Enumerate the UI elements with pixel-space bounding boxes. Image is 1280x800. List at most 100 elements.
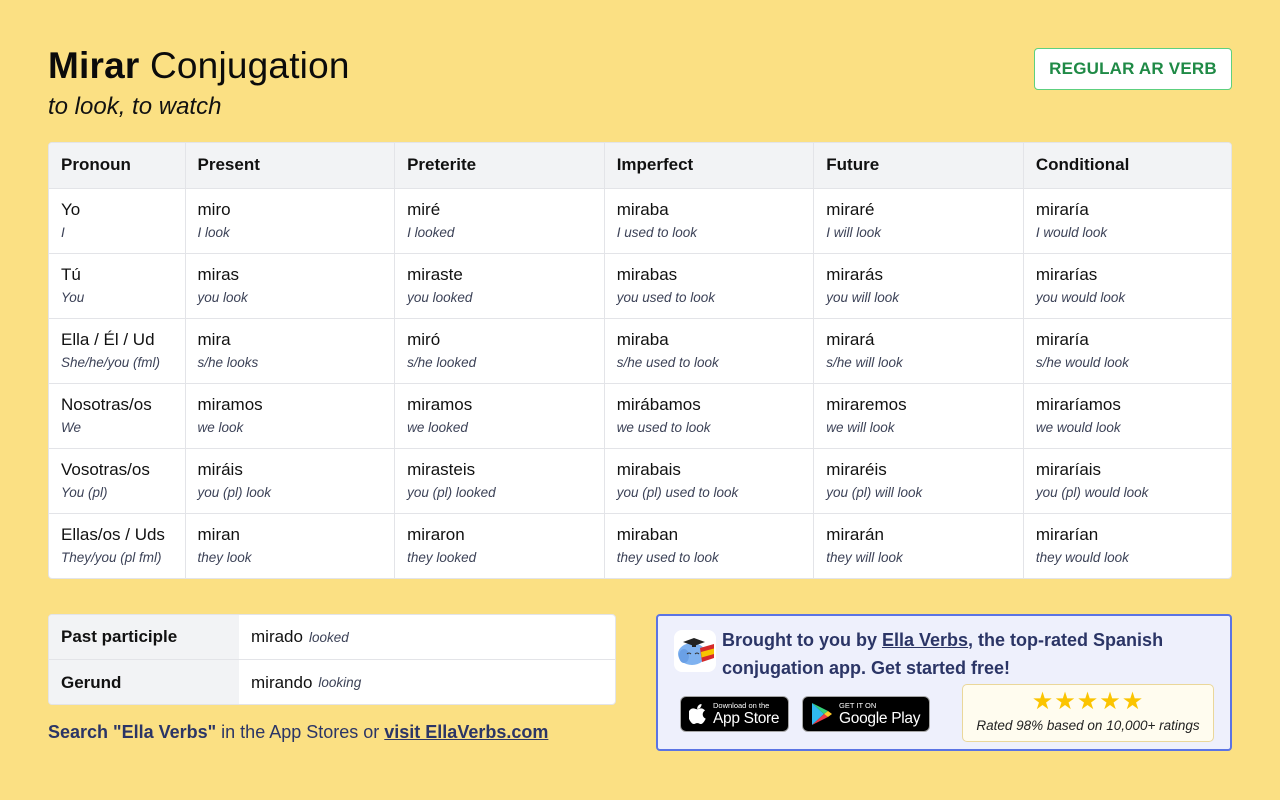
header-present: Present [185,143,396,189]
form-translation: you (pl) looked [407,484,496,500]
form-translation: you used to look [616,289,716,305]
imperfect-cell: miraba s/he used to look [604,318,815,384]
form-translation: we look [197,419,244,435]
app-store-button[interactable]: Download on the App Store [680,696,789,732]
table-row: Vosotras/os You (pl) miráis you (pl) look mi… [49,448,1231,514]
form-translation: we used to look [616,419,711,435]
pronoun-translation: I [61,224,65,240]
visit-website-link[interactable]: visit EllaVerbs.com [384,722,548,742]
conjugated-form: miraba [616,199,669,219]
table-row: Ella / Él / Ud She/he/you (fml) mira s/he l… [49,318,1231,384]
future-cell: miraré I will look [813,188,1024,254]
future-cell: mirarán they will look [813,513,1024,578]
pronoun: Vosotras/os [61,459,150,479]
conjugated-form: miramos [197,394,263,414]
form-translation: you (pl) look [197,484,272,500]
form-translation: you (pl) would look [1035,484,1149,500]
pronoun-cell: Ella / Él / Ud She/he/you (fml) [49,318,186,384]
form-translation: s/he looks [197,354,259,370]
preterite-cell: miramos we looked [394,383,605,449]
conditional-cell: miraríais you (pl) would look [1023,448,1231,514]
gerund-value: mirando looking [239,660,362,704]
ella-verbs-link[interactable]: Ella Verbs [882,630,968,650]
search-hint-middle: in the App Stores or [216,722,385,742]
pronoun: Ella / Él / Ud [61,329,155,349]
conjugated-form: miro [197,199,231,219]
future-cell: miraremos we will look [813,383,1024,449]
pronoun-translation: We [61,419,82,435]
preterite-cell: miré I looked [394,188,605,254]
conjugated-form: mirará [826,329,875,349]
preterite-cell: mirasteis you (pl) looked [394,448,605,514]
conjugated-form: miraríais [1035,459,1102,479]
form-translation: we will look [826,419,895,435]
form-translation: I look [197,224,230,240]
imperfect-cell: mirábamos we used to look [604,383,815,449]
pronoun: Nosotras/os [61,394,152,414]
table-row: Yo I miro I look miré I looked miraba I used to… [49,188,1231,254]
pronoun-cell: Vosotras/os You (pl) [49,448,186,514]
past-participle-translation: looked [308,629,349,645]
pronoun-cell: Ellas/os / Uds They/you (pl fml) [49,513,186,578]
conjugated-form: mirarían [1035,524,1099,544]
conjugated-form: mirasteis [407,459,476,479]
conjugation-table: Pronoun Present Preterite Imperfect Futu… [48,142,1232,579]
conditional-cell: miraríamos we would look [1023,383,1231,449]
preterite-cell: miraron they looked [394,513,605,578]
conjugated-form: miráis [197,459,243,479]
ella-verbs-logo-icon [674,630,716,672]
header-preterite: Preterite [394,143,605,189]
gerund-form: mirando [251,672,313,692]
google-play-icon [811,702,833,726]
form-translation: they will look [826,549,903,565]
conditional-cell: mirarías you would look [1023,253,1231,319]
form-translation: you would look [1035,289,1126,305]
rating-text: Rated 98% based on 10,000+ ratings [976,718,1200,733]
header-future: Future [813,143,1024,189]
gerund-translation: looking [318,675,362,690]
form-translation: they looked [407,549,477,565]
header-pronoun: Pronoun [49,143,186,189]
google-play-button[interactable]: GET IT ON Google Play [802,696,930,732]
conditional-cell: miraría I would look [1023,188,1231,254]
form-translation: I would look [1035,224,1108,240]
search-hint: Search "Ella Verbs" in the App Stores or… [48,722,548,743]
table-row: Nosotras/os We miramos we look miramos we loo… [49,383,1231,449]
verb-type-badge: REGULAR AR VERB [1034,48,1232,90]
conjugated-form: miraría [1035,329,1089,349]
form-translation: they look [197,549,252,565]
pronoun-translation: You [61,289,85,305]
conjugated-form: miraremos [826,394,907,414]
search-hint-prefix: Search "Ella Verbs" [48,722,217,742]
conditional-cell: miraría s/he would look [1023,318,1231,384]
future-cell: miraréis you (pl) will look [813,448,1024,514]
preterite-cell: miraste you looked [394,253,605,319]
conjugated-form: miras [197,264,240,284]
pronoun-cell: Yo I [49,188,186,254]
promo-text: Brought to you by Ella Verbs, the top-ra… [722,626,1212,682]
verb-name: Mirar [48,45,140,86]
form-translation: I looked [407,224,455,240]
conjugated-form: miramos [407,394,473,414]
verb-translation: to look, to watch [48,93,222,120]
conjugated-form: miré [407,199,441,219]
conjugated-form: miraba [616,329,669,349]
form-translation: s/he will look [826,354,903,370]
form-translation: you (pl) used to look [616,484,739,500]
conjugated-form: mirarías [1035,264,1098,284]
conjugated-form: mirabais [616,459,681,479]
google-play-small-text: GET IT ON [839,701,877,710]
promo-text-before: Brought to you by [722,630,882,650]
conjugated-form: miraban [616,524,679,544]
conjugated-form: mira [197,329,231,349]
form-translation: I used to look [616,224,697,240]
imperfect-cell: mirabas you used to look [604,253,815,319]
form-translation: you (pl) will look [826,484,923,500]
table-header-row: Pronoun Present Preterite Imperfect Futu… [49,143,1231,189]
present-cell: miráis you (pl) look [185,448,396,514]
form-translation: you will look [826,289,900,305]
conjugated-form: mirábamos [616,394,701,414]
present-cell: miras you look [185,253,396,319]
apple-icon [689,704,707,724]
form-translation: they used to look [616,549,719,565]
